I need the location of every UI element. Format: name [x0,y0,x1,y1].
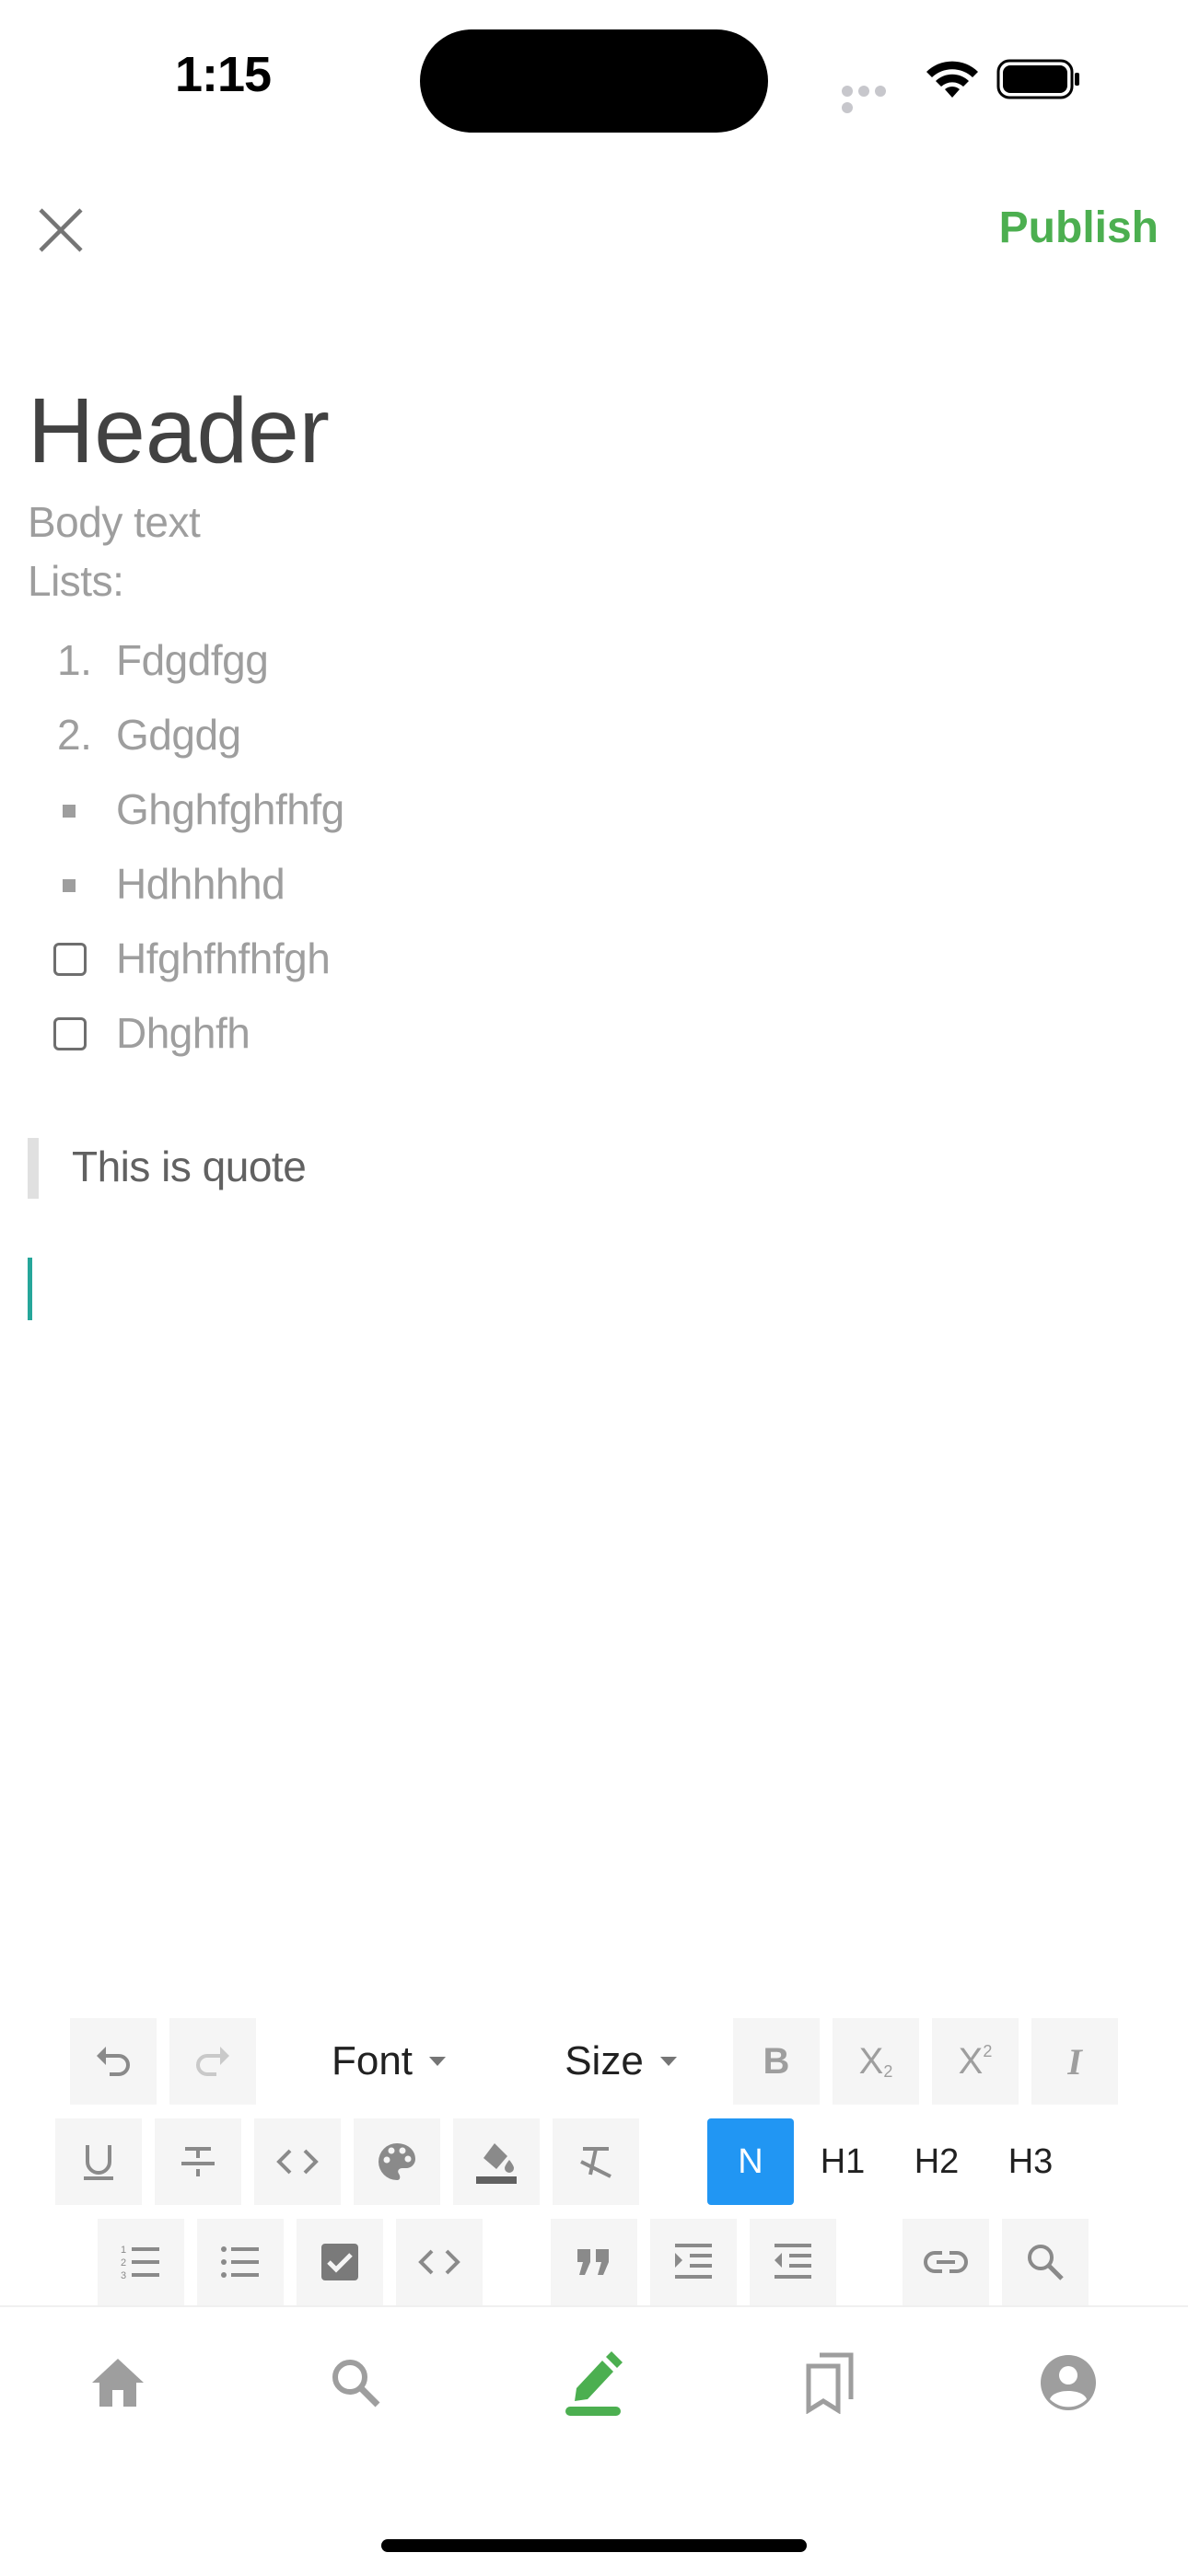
italic-icon: I [1067,2040,1082,2083]
search-icon [1028,2245,1064,2280]
close-icon [39,208,83,252]
code-block-button[interactable] [396,2219,483,2305]
chevron-down-icon [429,2057,447,2066]
normal-text-button[interactable]: N [707,2118,794,2205]
status-time: 1:15 [175,47,272,102]
fill-color-icon [476,2143,517,2184]
italic-button[interactable]: I [1031,2018,1118,2105]
redo-button[interactable] [169,2018,256,2105]
size-dropdown[interactable]: Size [538,2018,704,2105]
checkbox[interactable] [53,1017,87,1050]
home-indicator [381,2539,807,2552]
checkbox[interactable] [53,943,87,976]
font-dropdown[interactable]: Font [306,2018,472,2105]
inline-code-button[interactable] [254,2118,341,2205]
list-item-text: Hfghfhfhfgh [116,934,331,982]
svg-text:2: 2 [121,2257,126,2269]
list-item-text: Fdgdfgg [116,636,269,684]
svg-text:1: 1 [121,2245,126,2256]
bold-icon: B [763,2040,790,2082]
close-button[interactable] [31,201,90,260]
list-item-text: Hdhhhhd [116,860,285,908]
code-icon [418,2249,460,2275]
tab-search[interactable] [319,2346,392,2419]
size-dropdown-label: Size [565,2038,644,2083]
bullet-list-button[interactable] [197,2219,284,2305]
search-icon [332,2360,380,2408]
heading3-button[interactable]: H3 [987,2118,1074,2205]
font-dropdown-label: Font [331,2038,413,2083]
tab-home[interactable] [81,2346,155,2419]
superscript-icon: X [958,2040,984,2082]
background-color-button[interactable] [453,2118,540,2205]
palette-icon [379,2143,415,2180]
bullet-icon [63,805,76,818]
chevron-down-icon [659,2057,677,2066]
wifi-icon [923,57,982,106]
subscript-button[interactable]: X2 [833,2018,919,2105]
outdent-icon [775,2244,811,2279]
strikethrough-icon [181,2147,215,2176]
code-icon [276,2149,319,2175]
bookmarks-icon [806,2352,854,2414]
profile-icon [1041,2355,1096,2410]
blockquote-text[interactable]: This is quote [72,1145,307,1188]
link-icon [924,2251,968,2273]
outdent-button[interactable] [750,2219,836,2305]
list-item-text: Ghghfghfhfg [116,785,344,833]
publish-button[interactable]: Publish [999,203,1159,253]
indent-button[interactable] [650,2219,737,2305]
checklist-button[interactable] [297,2219,383,2305]
underline-button[interactable] [55,2118,142,2205]
blockquote-bar [28,1138,39,1199]
bold-button[interactable]: B [733,2018,820,2105]
list-number: 1. [57,636,92,684]
superscript-button[interactable]: X2 [932,2018,1019,2105]
dynamic-island [420,29,768,133]
bullet-list-icon [221,2246,259,2278]
search-text-button[interactable] [1002,2219,1089,2305]
editor-lists-label[interactable]: Lists: [28,560,124,602]
tab-bookmarks[interactable] [794,2346,868,2419]
editor-heading[interactable]: Header [28,385,330,477]
text-color-button[interactable] [354,2118,440,2205]
numbered-list-icon: 1 2 3 [121,2245,159,2281]
battery-icon [996,59,1081,99]
redo-icon [196,2047,229,2076]
list-number: 2. [57,711,92,759]
cellular-signal-icon [842,85,906,113]
ordered-list-button[interactable]: 1 2 3 [98,2219,184,2305]
tab-write[interactable] [556,2346,630,2419]
indent-icon [675,2244,712,2279]
checkbox-icon [321,2244,358,2280]
subscript-icon: X [858,2040,884,2082]
blockquote-button[interactable] [551,2219,637,2305]
list-item-text: Gdgdg [116,711,241,759]
underline-icon [84,2145,113,2180]
clear-formatting-button[interactable] [553,2118,639,2205]
undo-button[interactable] [70,2018,157,2105]
heading2-button[interactable]: H2 [893,2118,980,2205]
quote-icon [577,2249,609,2275]
list-item-text: Dhghfh [116,1009,250,1057]
editor-body-text[interactable]: Body text [28,501,201,543]
svg-text:3: 3 [121,2270,126,2281]
heading1-button[interactable]: H1 [799,2118,886,2205]
clear-format-icon [580,2147,611,2178]
link-button[interactable] [903,2219,989,2305]
text-cursor [28,1258,32,1320]
home-icon [92,2359,144,2407]
tab-profile[interactable] [1031,2346,1105,2419]
undo-icon [97,2047,130,2076]
strikethrough-button[interactable] [155,2118,241,2205]
edit-icon [565,2351,623,2416]
bullet-icon [63,879,76,892]
